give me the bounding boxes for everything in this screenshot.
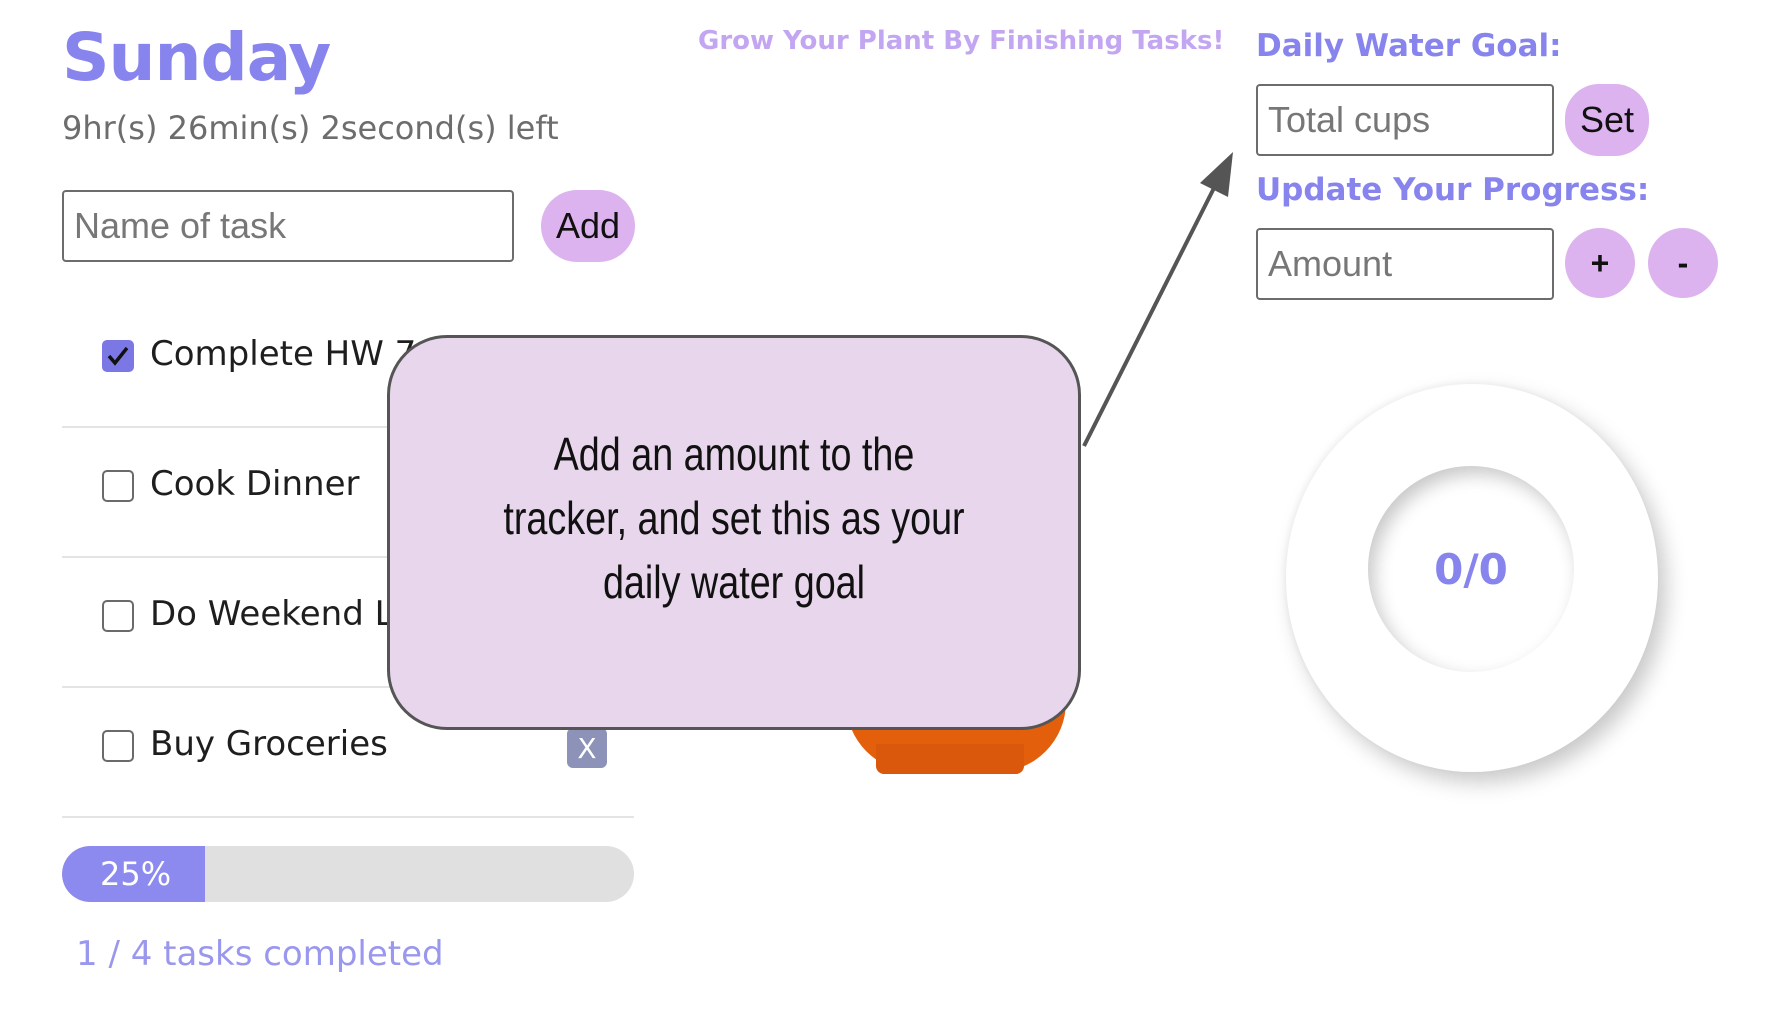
task-label: Cook Dinner	[150, 464, 360, 504]
day-title: Sunday	[62, 19, 331, 96]
update-progress-label: Update Your Progress:	[1256, 172, 1650, 208]
task-label: Complete HW 7	[150, 334, 417, 374]
water-goal-input[interactable]: Total cups	[1256, 84, 1554, 156]
set-goal-button[interactable]: Set	[1565, 84, 1649, 156]
plant-title: Grow Your Plant By Finishing Tasks!	[698, 26, 1225, 56]
task-progress-bar: 25%	[62, 846, 634, 902]
tasks-completed-summary: 1 / 4 tasks completed	[76, 934, 444, 974]
add-task-button[interactable]: Add	[541, 190, 635, 262]
delete-task-button[interactable]: X	[567, 728, 607, 768]
task-label: Buy Groceries	[150, 724, 388, 764]
water-tracker-center: 0/0	[1368, 466, 1574, 672]
countdown-text: 9hr(s) 26min(s) 2second(s) left	[62, 109, 559, 147]
decrease-water-button[interactable]: -	[1648, 228, 1718, 298]
tutorial-callout: Add an amount to the tracker, and set th…	[387, 335, 1081, 730]
task-checkbox[interactable]	[102, 730, 134, 762]
task-name-input[interactable]: Name of task	[62, 190, 514, 262]
task-label: Do Weekend L	[150, 594, 394, 634]
water-goal-label: Daily Water Goal:	[1256, 28, 1562, 64]
increase-water-button[interactable]: +	[1565, 228, 1635, 298]
water-amount-input[interactable]: Amount	[1256, 228, 1554, 300]
task-checkbox[interactable]	[102, 340, 134, 372]
callout-text: Add an amount to the tracker, and set th…	[503, 427, 965, 608]
water-tracker-value: 0/0	[1434, 544, 1508, 594]
plant-pot-base	[876, 744, 1024, 774]
task-checkbox[interactable]	[102, 600, 134, 632]
task-checkbox[interactable]	[102, 470, 134, 502]
progress-percent: 25%	[100, 855, 172, 893]
